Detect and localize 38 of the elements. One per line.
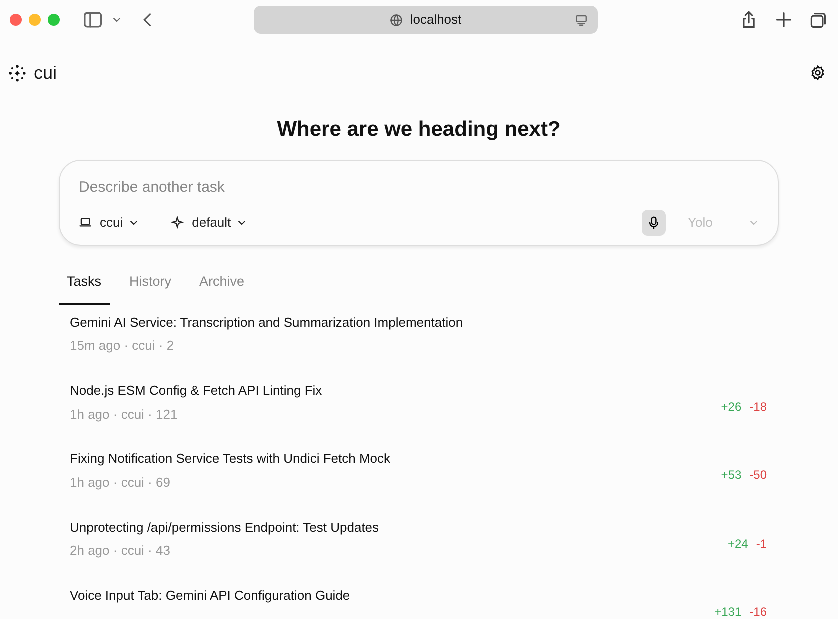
sidebar-icon[interactable] <box>83 10 103 30</box>
task-title[interactable]: Gemini AI Service: Transcription and Summarization Implementation <box>70 312 464 332</box>
task-title[interactable]: Voice Input Tab: Gemini API Configuration Guide <box>70 586 350 606</box>
close-button[interactable] <box>10 14 22 26</box>
deletions-count: -18 <box>750 399 767 416</box>
additions-count: +24 <box>728 536 748 553</box>
address-bar[interactable]: localhost <box>254 6 598 34</box>
deletions-count: -50 <box>750 467 767 484</box>
task-title[interactable]: Node.js ESM Config & Fetch API Linting Fix <box>70 381 322 401</box>
page-heading: Where are we heading next? <box>276 117 562 143</box>
task-title[interactable]: Unprotecting /api/permissions Endpoint: Test Updates <box>70 518 380 538</box>
tabs-icon[interactable] <box>810 11 828 29</box>
logo-icon <box>9 64 26 82</box>
additions-count: +131 <box>714 604 742 619</box>
share-icon[interactable] <box>740 11 758 29</box>
task-meta: 1h ago · ccui · 69 <box>70 474 172 492</box>
logo-text: cui <box>34 62 58 84</box>
dropdown[interactable]: ccui <box>79 209 140 236</box>
url-text: localhost <box>410 11 462 30</box>
task-meta: 2h ago · ccui · 43 <box>70 542 172 560</box>
deletions-count: -1 <box>756 536 767 553</box>
additions-count: +53 <box>721 467 742 484</box>
deletions-count: -16 <box>750 604 767 619</box>
settings-icon[interactable] <box>810 65 826 81</box>
reader-icon[interactable] <box>575 14 588 26</box>
additions-count: +26 <box>721 399 742 416</box>
laptop-icon <box>79 216 92 230</box>
plus-icon[interactable] <box>775 11 793 29</box>
task-input[interactable]: Describe another task <box>79 172 760 209</box>
tab[interactable]: Tasks <box>59 264 110 305</box>
task-meta: 1h ago · ccui · 121 <box>70 406 179 424</box>
microphone-button[interactable] <box>642 210 666 236</box>
dropdown[interactable]: default <box>171 209 248 236</box>
task-meta: 15m ago · ccui · 2 <box>70 337 176 356</box>
microphone-icon <box>647 216 661 230</box>
task-title[interactable]: Fixing Notification Service Tests with Undici Fetch Mock <box>70 449 391 469</box>
globe-icon <box>390 14 404 26</box>
sparkle-icon <box>171 216 184 230</box>
